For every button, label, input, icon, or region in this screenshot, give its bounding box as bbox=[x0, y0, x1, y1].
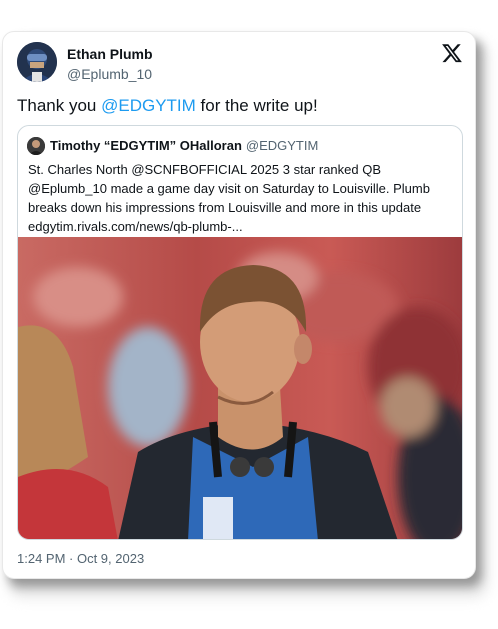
author-handle[interactable]: @Eplumb_10 bbox=[67, 66, 152, 82]
quoted-photo[interactable] bbox=[18, 237, 463, 540]
quoted-tweet-text: St. Charles North @SCNFBOFFICIAL 2025 3 … bbox=[28, 160, 456, 236]
mention-link[interactable]: @EDGYTIM bbox=[101, 96, 196, 115]
author-avatar[interactable] bbox=[17, 42, 57, 82]
quoted-author-line: Timothy “EDGYTIM” OHalloran @EDGYTIM bbox=[50, 138, 318, 153]
quoted-author-avatar[interactable] bbox=[27, 137, 45, 155]
tweet-text-suffix: for the write up! bbox=[195, 96, 318, 115]
quoted-body: St. Charles North @SCNFBOFFICIAL 2025 3 … bbox=[28, 162, 430, 215]
tweet-card: Ethan Plumb @Eplumb_10 Thank you @EDGYTI… bbox=[2, 31, 476, 579]
quoted-tweet[interactable]: Timothy “EDGYTIM” OHalloran @EDGYTIM St. … bbox=[17, 125, 463, 540]
avatar-image bbox=[17, 42, 57, 82]
quoted-author-handle[interactable]: @EDGYTIM bbox=[246, 138, 318, 153]
tweet-text-prefix: Thank you bbox=[17, 96, 102, 115]
tweet-timestamp[interactable]: 1:24 PM · Oct 9, 2023 bbox=[17, 551, 144, 566]
tweet-text: Thank you @EDGYTIM for the write up! bbox=[17, 95, 318, 117]
quoted-link[interactable]: edgytim.rivals.com/news/qb-plumb-... bbox=[28, 219, 243, 234]
author-name[interactable]: Ethan Plumb bbox=[67, 46, 153, 62]
quoted-author-name[interactable]: Timothy “EDGYTIM” OHalloran bbox=[50, 138, 242, 153]
x-logo-icon[interactable] bbox=[441, 42, 463, 64]
